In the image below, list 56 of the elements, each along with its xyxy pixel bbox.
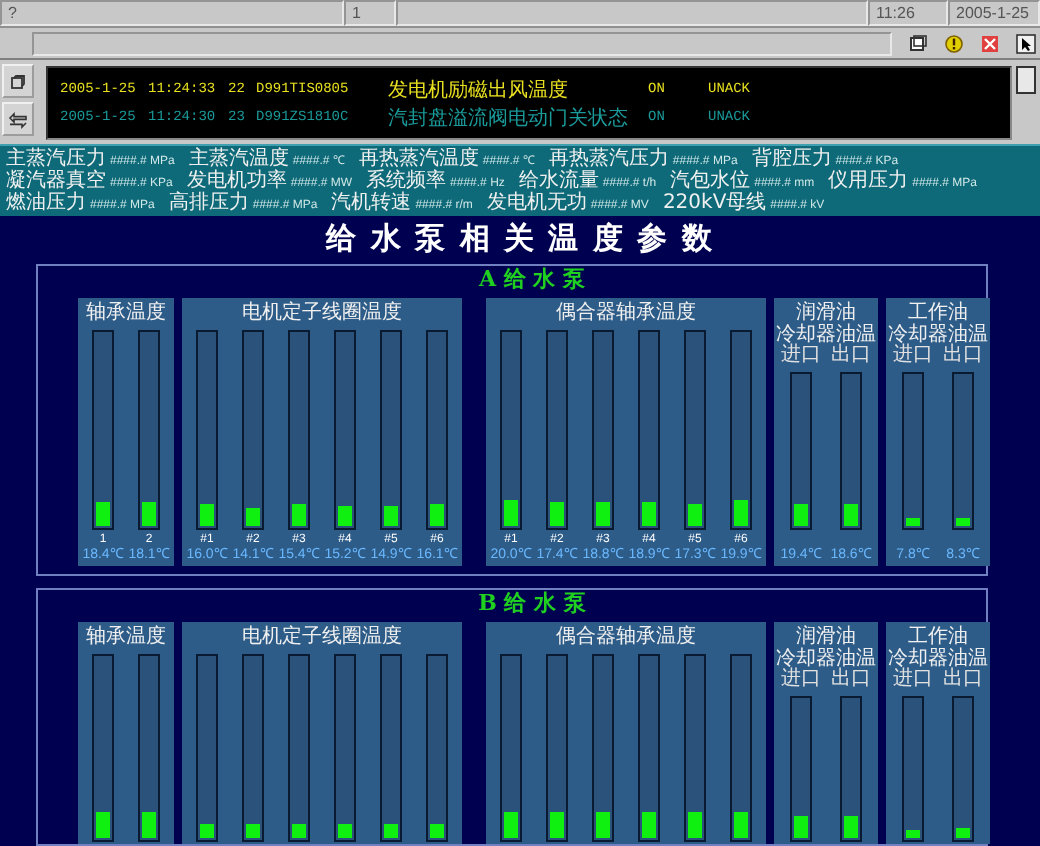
panel-title: 润滑油: [796, 302, 856, 324]
status-label: 系统频率: [366, 170, 447, 192]
status-label: 发电机功率: [186, 170, 287, 192]
status-label: 高排压力: [168, 192, 249, 214]
status-label: 220kV母线: [662, 192, 767, 214]
panel-title: 电机定子线圈温度: [242, 302, 402, 324]
page-title: 给 水 泵 相 关 温 度 参 数: [323, 218, 716, 260]
section-header: B 给 水 泵: [476, 590, 588, 618]
port-label: 出口: [831, 346, 871, 366]
status-label: 凝汽器真空: [6, 170, 106, 192]
panel-title: 工作油: [908, 302, 968, 324]
panel-title: 冷却器油温: [888, 324, 988, 346]
status-label: 给水流量: [518, 170, 599, 192]
page-field: 1: [344, 0, 396, 26]
side-button[interactable]: [1016, 66, 1036, 94]
panel-title: 轴承温度: [86, 626, 166, 648]
window-icon[interactable]: [908, 33, 928, 53]
port-label: 进口: [781, 346, 821, 366]
panel-title: 偶合器轴承温度: [556, 626, 696, 648]
port-label: 进口: [781, 670, 821, 690]
port-label: 出口: [943, 346, 983, 366]
panel-title: 润滑油: [796, 626, 856, 648]
port-label: 出口: [943, 670, 983, 690]
status-label: 主蒸汽温度: [188, 148, 289, 170]
panel-title: 工作油: [908, 626, 968, 648]
help-field: ?: [0, 0, 344, 26]
port-label: 进口: [893, 670, 933, 690]
alert-icon[interactable]: [944, 33, 964, 53]
cross-icon[interactable]: [980, 33, 1000, 53]
window-button[interactable]: [2, 64, 34, 98]
status-label: 汽机转速: [331, 192, 412, 214]
status-label: 再热蒸汽压力: [548, 148, 669, 170]
cursor-icon[interactable]: [1016, 33, 1036, 53]
port-label: 进口: [893, 346, 933, 366]
panel-title: 电机定子线圈温度: [242, 626, 402, 648]
arrows-icon[interactable]: [8, 109, 28, 129]
date-field: 2005-1-25: [948, 0, 1040, 26]
alarm-description: 发电机励磁出风温度: [388, 77, 570, 104]
panel-title: 轴承温度: [86, 302, 166, 324]
status-label: 发电机无功: [486, 192, 587, 214]
arrows-button[interactable]: [2, 102, 34, 136]
window-icon[interactable]: [8, 71, 28, 91]
status-label: 再热蒸汽温度: [358, 148, 479, 170]
panel-title: 冷却器油温: [776, 324, 876, 346]
status-label: 主蒸汽压力: [6, 148, 106, 170]
status-label: 燃油压力: [6, 192, 86, 214]
alarm-description: 汽封盘溢流阀电动门关状态: [388, 105, 630, 132]
time-field: 11:26: [868, 0, 948, 26]
section-header: A 给 水 泵: [476, 266, 588, 294]
status-label: 仪用压力: [828, 170, 909, 192]
panel-title: 冷却器油温: [888, 648, 988, 670]
status-label: 背腔压力: [751, 148, 832, 170]
panel-title: 偶合器轴承温度: [556, 302, 696, 324]
port-label: 出口: [831, 670, 871, 690]
panel-title: 冷却器油温: [776, 648, 876, 670]
status-label: 汽包水位: [670, 170, 751, 192]
